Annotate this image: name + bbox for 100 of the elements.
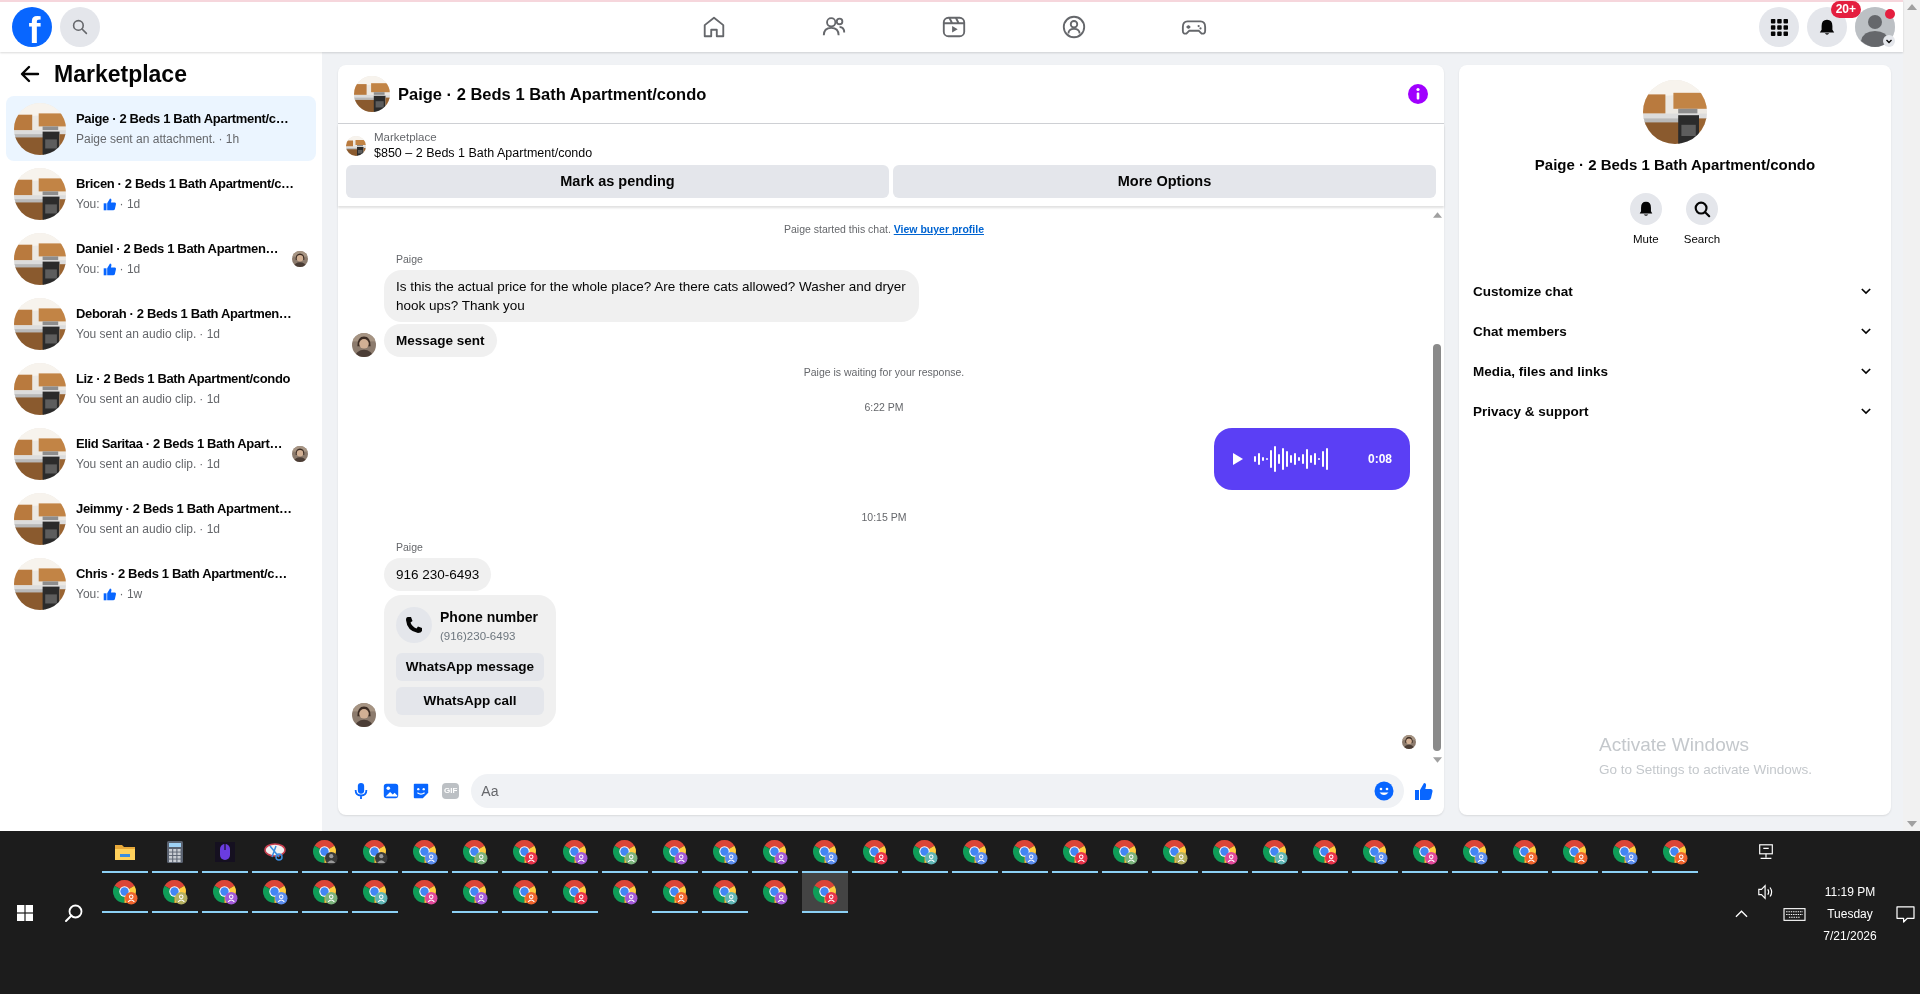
whatsapp-button[interactable]: WhatsApp call xyxy=(396,686,544,715)
browser-icon xyxy=(1562,839,1588,865)
browser-icon xyxy=(112,879,138,905)
browser-icon xyxy=(862,839,888,865)
image-icon[interactable] xyxy=(382,782,400,800)
conversation-name: Elid Saritaa · 2 Beds 1 Bath Apart… xyxy=(76,434,283,453)
browser-icon xyxy=(662,839,688,865)
clock-day[interactable]: Tuesday xyxy=(1827,903,1873,925)
action-button[interactable]: More Options xyxy=(893,165,1436,198)
network-icon[interactable] xyxy=(1757,843,1775,861)
browser-icon xyxy=(312,879,338,905)
back-button[interactable] xyxy=(20,64,40,84)
notification-icon[interactable] xyxy=(1895,905,1915,923)
timestamp: 6:22 PM xyxy=(864,400,904,416)
mouse-icon xyxy=(213,840,237,864)
browser-icon xyxy=(1062,839,1088,865)
whatsapp-button[interactable]: WhatsApp message xyxy=(396,652,544,681)
activation-title: Activate Windows xyxy=(1599,733,1750,757)
browser-icon xyxy=(462,879,488,905)
like-icon xyxy=(102,587,117,602)
audio-duration: 0:08 xyxy=(1367,451,1392,468)
message-time: · 1d xyxy=(199,391,220,409)
conversation-item[interactable]: Deborah · 2 Beds 1 Bath Apartmen… You sent an audio clip. · 1d xyxy=(6,291,316,356)
browser-icon xyxy=(562,879,588,905)
message-time: · 1d xyxy=(119,196,141,214)
browser-icon xyxy=(662,879,688,905)
browser-icon xyxy=(1162,839,1188,865)
caret-up-icon[interactable] xyxy=(1734,910,1748,918)
browser-icon xyxy=(1012,839,1038,865)
message-time: · 1d xyxy=(119,261,141,279)
message-preview: You: xyxy=(76,261,100,279)
speaker-icon[interactable] xyxy=(1757,883,1775,901)
back-arrow-icon xyxy=(20,64,40,84)
scrollbar-thumb[interactable] xyxy=(1433,344,1441,751)
conversation-item[interactable]: Paige · 2 Beds 1 Bath Apartment/c… Paige sent an attachment. · 1h xyxy=(6,96,316,161)
message-preview: You: xyxy=(76,196,100,214)
conversation-name: Deborah · 2 Beds 1 Bath Apartmen… xyxy=(76,304,293,323)
browser-icon xyxy=(1312,839,1338,865)
conversation-name: Jeimmy · 2 Beds 1 Bath Apartment… xyxy=(76,499,293,518)
scroll-down-icon[interactable] xyxy=(1432,757,1442,763)
conversation-name: Paige · 2 Beds 1 Bath Apartment/c… xyxy=(76,109,290,128)
message-bubble: Message sent xyxy=(384,323,497,357)
like-icon xyxy=(102,197,117,212)
keyboard-icon[interactable] xyxy=(1782,907,1806,921)
timestamp: 10:15 PM xyxy=(861,510,907,525)
logo[interactable]: f xyxy=(12,7,52,47)
section-toggle[interactable]: Chat members xyxy=(1471,311,1879,352)
message-preview: You sent an audio clip. xyxy=(76,391,197,409)
audio-message[interactable]: 0:08 xyxy=(1214,428,1410,490)
clock-date[interactable]: 7/21/2026 xyxy=(1823,925,1877,947)
action-button[interactable]: Mark as pending xyxy=(346,165,889,198)
browser-icon xyxy=(362,879,388,905)
section-toggle[interactable]: Media, files and links xyxy=(1471,351,1879,392)
like-button[interactable] xyxy=(1414,781,1434,801)
browser-icon xyxy=(162,879,188,905)
search-button[interactable] xyxy=(60,7,100,47)
message-input[interactable]: Aa xyxy=(471,774,1404,808)
like-icon xyxy=(102,262,117,277)
sender-name: Paige xyxy=(396,251,424,267)
message-time: · 1h xyxy=(218,131,240,149)
message-time: · 1d xyxy=(199,456,220,474)
sticker-icon[interactable] xyxy=(412,782,430,800)
listing-label: Marketplace xyxy=(374,130,438,145)
section-toggle[interactable]: Customize chat xyxy=(1471,271,1879,312)
menu-button[interactable] xyxy=(1759,7,1799,47)
message-time: · 1d xyxy=(199,326,220,344)
conversation-name: Liz · 2 Beds 1 Bath Apartment/condo xyxy=(76,369,292,388)
info-icon[interactable] xyxy=(1408,84,1428,104)
section-toggle[interactable]: Privacy & support xyxy=(1471,391,1879,432)
avatar-icon xyxy=(1855,7,1895,47)
conversation-item[interactable]: Jeimmy · 2 Beds 1 Bath Apartment… You sent an audio clip. · 1d xyxy=(6,486,316,551)
play-icon[interactable] xyxy=(1232,453,1244,465)
scroll-up-icon[interactable] xyxy=(1432,212,1442,218)
phone-number: (916)230-6493 xyxy=(440,628,517,644)
contact-title: Phone number xyxy=(440,607,538,627)
waveform-icon xyxy=(1254,444,1330,474)
sidebar-title: Marketplace xyxy=(54,59,187,89)
search-button[interactable]: Search xyxy=(1683,192,1721,248)
status-dot xyxy=(1885,9,1895,19)
system-message: Paige started this chat. View buyer profile xyxy=(784,222,984,237)
search-icon xyxy=(63,902,84,923)
bell-icon xyxy=(1818,18,1836,36)
browser-icon xyxy=(1412,839,1438,865)
profile-link[interactable]: View buyer profile xyxy=(893,223,984,235)
taskbar-button[interactable] xyxy=(802,873,848,913)
browser-icon xyxy=(1362,839,1388,865)
browser-icon xyxy=(512,879,538,905)
conversation-item[interactable]: Daniel · 2 Beds 1 Bath Apartmen… You: · 1d xyxy=(6,226,316,291)
conversation-name: Bricen · 2 Beds 1 Bath Apartment/c… xyxy=(76,174,295,193)
clock-time[interactable]: 11:19 PM xyxy=(1824,881,1876,903)
microphone-icon[interactable] xyxy=(352,782,370,800)
browser-icon xyxy=(762,879,788,905)
profile-button[interactable] xyxy=(1855,7,1895,47)
conversation-item[interactable]: Chris · 2 Beds 1 Bath Apartment/c… You: · 1w xyxy=(6,551,316,616)
conversation-item[interactable]: Liz · 2 Beds 1 Bath Apartment/condo You sent an audio clip. · 1d xyxy=(6,356,316,421)
message-bubble: Is this the actual price for the whole place? Are there cats allowed? Washer and dryer hook ups? Thank you xyxy=(384,269,919,322)
conversation-item[interactable]: Bricen · 2 Beds 1 Bath Apartment/c… You: · 1d xyxy=(6,161,316,226)
browser-icon xyxy=(612,839,638,865)
browser-icon xyxy=(262,879,288,905)
conversation-item[interactable]: Elid Saritaa · 2 Beds 1 Bath Apart… You sent an audio clip. · 1d xyxy=(6,421,316,486)
